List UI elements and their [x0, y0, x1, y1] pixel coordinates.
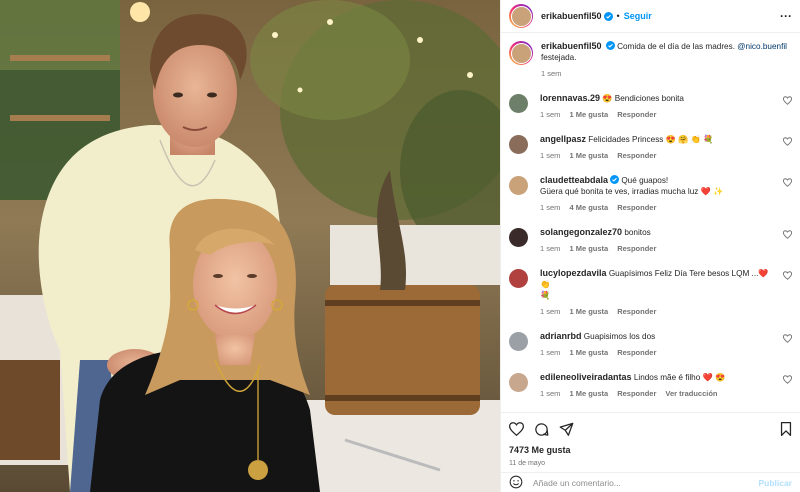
- comment-likes[interactable]: 1 Me gusta: [569, 150, 608, 161]
- reply-button[interactable]: Responder: [617, 388, 656, 399]
- reply-button[interactable]: Responder: [617, 150, 656, 161]
- commenter-avatar[interactable]: [509, 176, 528, 195]
- reply-button[interactable]: Responder: [617, 347, 656, 358]
- commenter-username[interactable]: claudetteabdala: [540, 175, 608, 185]
- like-heart-icon[interactable]: [508, 422, 525, 438]
- comment-text: 😍 Bendiciones bonita: [602, 94, 684, 103]
- comment-time[interactable]: 1 sem: [540, 150, 560, 161]
- commenter-username[interactable]: adrianrbd: [540, 331, 582, 341]
- comment-likes[interactable]: 1 Me gusta: [569, 388, 608, 399]
- comment-text: Lindos mãe é filho ❤️ 😍: [633, 373, 726, 382]
- caption-username[interactable]: erikabuenfil50: [541, 41, 602, 51]
- comment-text: Qué guapos!: [621, 176, 669, 185]
- verified-badge-icon: [605, 41, 615, 50]
- author-avatar[interactable]: [509, 4, 533, 28]
- comment-likes[interactable]: 4 Me gusta: [569, 202, 608, 213]
- follow-button[interactable]: Seguir: [624, 11, 652, 21]
- comment-time[interactable]: 1 sem: [540, 388, 560, 399]
- commenter-avatar[interactable]: [509, 94, 528, 113]
- comment-like-heart-icon[interactable]: [782, 230, 793, 239]
- verified-badge-icon: [610, 175, 620, 184]
- comment-text: bonitos: [624, 228, 651, 237]
- post-caption: erikabuenfil50 Comida de el día de las m…: [509, 41, 792, 79]
- commenter-avatar[interactable]: [509, 269, 528, 288]
- post-date[interactable]: 11 de mayo: [509, 460, 792, 467]
- commenter-username[interactable]: lucylopezdavila: [540, 268, 607, 278]
- add-comment-bar: Publicar: [501, 472, 800, 492]
- see-translation-button[interactable]: Ver traducción: [665, 388, 717, 399]
- publish-button[interactable]: Publicar: [758, 478, 792, 488]
- comment-likes[interactable]: 1 Me gusta: [569, 306, 608, 317]
- share-send-icon[interactable]: [559, 422, 574, 438]
- comment-likes[interactable]: 1 Me gusta: [569, 243, 608, 254]
- commenter-avatar[interactable]: [509, 135, 528, 154]
- comment-text-continued: Güera qué bonita te ves, irradias mucha …: [540, 187, 724, 196]
- reply-button[interactable]: Responder: [617, 109, 656, 120]
- comment-row: adrianrbd Guapisimos los dos 1 sem 1 Me gu…: [509, 331, 793, 358]
- commenter-avatar[interactable]: [509, 332, 528, 351]
- more-options-icon[interactable]: ···: [780, 9, 792, 23]
- post-photo-image: [0, 0, 500, 492]
- comment-time[interactable]: 1 sem: [540, 109, 560, 120]
- header-dot-separator: •: [616, 11, 620, 21]
- comment-like-heart-icon[interactable]: [782, 96, 793, 105]
- commenter-username[interactable]: lorennavas.29: [540, 93, 600, 103]
- caption-time[interactable]: 1 sem: [541, 68, 561, 79]
- comment-like-heart-icon[interactable]: [782, 178, 793, 187]
- comment-row: claudetteabdala Qué guapos! Güera qué bon…: [509, 175, 793, 213]
- reply-button[interactable]: Responder: [617, 306, 656, 317]
- author-username[interactable]: erikabuenfil50: [541, 11, 602, 21]
- emoji-icon[interactable]: [509, 475, 523, 491]
- comment-time[interactable]: 1 sem: [540, 202, 560, 213]
- reply-button[interactable]: Responder: [617, 243, 656, 254]
- caption-mention-link[interactable]: @nico.buenfil: [737, 42, 787, 51]
- comment-like-heart-icon[interactable]: [782, 137, 793, 146]
- comment-likes[interactable]: 1 Me gusta: [569, 347, 608, 358]
- commenter-username[interactable]: edileneoliveiradantas: [540, 372, 632, 382]
- post-side-panel: erikabuenfil50 • Seguir ··· erikabuenfil…: [500, 0, 800, 492]
- commenter-username[interactable]: angellpasz: [540, 134, 586, 144]
- likes-count[interactable]: 7473 Me gusta: [509, 445, 792, 455]
- instagram-post-window: erikabuenfil50 • Seguir ··· erikabuenfil…: [0, 0, 800, 492]
- comment-time[interactable]: 1 sem: [540, 347, 560, 358]
- comment-time[interactable]: 1 sem: [540, 243, 560, 254]
- comment-like-heart-icon[interactable]: [782, 334, 793, 343]
- commenter-username[interactable]: solangegonzalez70: [540, 227, 622, 237]
- comment-like-heart-icon[interactable]: [782, 375, 793, 384]
- comment-row: lorennavas.29 😍 Bendiciones bonita 1 sem 1…: [509, 93, 793, 120]
- comment-input[interactable]: [533, 477, 759, 488]
- comment-likes[interactable]: 1 Me gusta: [569, 109, 608, 120]
- comment-row: lucylopezdavila Guapísimos Feliz Día Ter…: [509, 268, 793, 317]
- comments-list[interactable]: erikabuenfil50 Comida de el día de las m…: [501, 33, 800, 412]
- comment-container: lorennavas.29 😍 Bendiciones bonita 1 sem 1…: [509, 93, 793, 399]
- caption-text-tail: festejada.: [541, 53, 577, 62]
- caption-text: Comida de el día de las madres.: [617, 42, 738, 51]
- comment-text-continued: 💐: [540, 291, 551, 300]
- comment-bubble-icon[interactable]: [534, 422, 549, 439]
- verified-badge-icon: [603, 11, 613, 21]
- post-header: erikabuenfil50 • Seguir ···: [501, 0, 800, 33]
- comment-like-heart-icon[interactable]: [782, 271, 793, 280]
- reply-button[interactable]: Responder: [617, 202, 656, 213]
- commenter-avatar[interactable]: [509, 373, 528, 392]
- commenter-avatar[interactable]: [509, 228, 528, 247]
- caption-author-avatar[interactable]: [509, 41, 533, 65]
- comment-row: angellpasz Felicidades Princess 😍 🤗 👏 💐 1…: [509, 134, 793, 161]
- comment-text: Guapisimos los dos: [583, 332, 656, 341]
- post-photo[interactable]: [0, 0, 500, 492]
- comment-row: solangegonzalez70 bonitos 1 sem 1 Me gusta…: [509, 227, 793, 254]
- comment-time[interactable]: 1 sem: [540, 306, 560, 317]
- comment-text: Felicidades Princess 😍 🤗 👏 💐: [588, 135, 714, 144]
- bookmark-save-icon[interactable]: [780, 422, 792, 438]
- comment-row: edileneoliveiradantas Lindos mãe é filho…: [509, 372, 793, 399]
